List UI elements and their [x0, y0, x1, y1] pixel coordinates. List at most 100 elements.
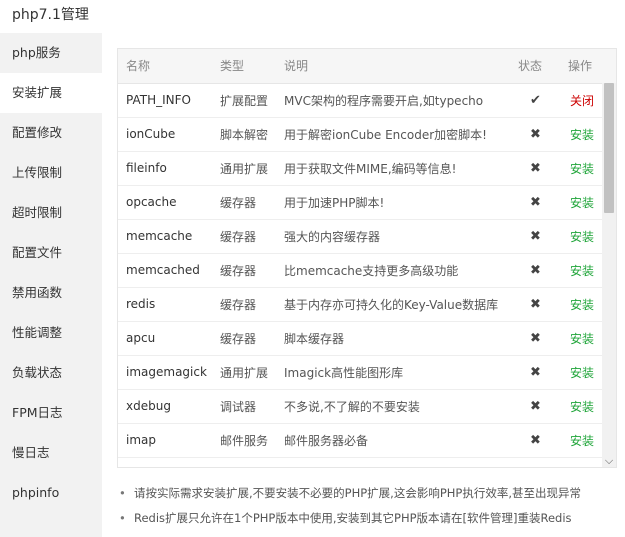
operation-cell: 安装 — [560, 219, 604, 254]
extension-description: 邮件服务器必备 — [276, 423, 510, 458]
note-item: Redis扩展只允许在1个PHP版本中使用,安装到其它PHP版本请在[软件管理]… — [117, 509, 617, 534]
extension-name: redis — [118, 287, 212, 322]
extension-description: 用于获取文件MIME,编码等信息! — [276, 151, 510, 186]
extension-name: memcache — [118, 219, 212, 254]
extension-name: imap — [118, 423, 212, 458]
extension-type: 通用扩展 — [212, 151, 276, 186]
extension-type: 调试器 — [212, 389, 276, 424]
operation-cell: 安装 — [560, 389, 604, 424]
install-button[interactable]: 安装 — [570, 434, 594, 448]
extension-type: 缓存器 — [212, 185, 276, 220]
sidebar-item[interactable]: 配置修改 — [0, 113, 102, 153]
scrollbar-corner — [602, 49, 616, 83]
extension-description: 用于解密ionCube Encoder加密脚本! — [276, 117, 510, 152]
operation-cell: 安装 — [560, 321, 604, 356]
operation-cell: 安装 — [560, 151, 604, 186]
extension-description: MVC架构的程序需要开启,如typecho — [276, 83, 510, 118]
sidebar-item[interactable]: 安装扩展 — [0, 73, 102, 113]
extension-name: imagemagick — [118, 355, 212, 390]
extension-type: 脚本解密 — [212, 117, 276, 152]
window-title: php7.1管理 — [12, 7, 89, 23]
column-header-status: 状态 — [510, 49, 560, 84]
column-header-desc: 说明 — [276, 49, 510, 84]
table-row: opcache 缓存器 用于加速PHP脚本! ✖ 安装 — [118, 185, 604, 220]
install-button[interactable]: 安装 — [570, 196, 594, 210]
sidebar-item[interactable]: 配置文件 — [0, 233, 102, 273]
note-item: 请按实际需求安装扩展,不要安装不必要的PHP扩展,这会影响PHP执行效率,甚至出… — [117, 484, 617, 509]
cross-icon: ✖ — [510, 253, 560, 288]
install-button[interactable]: 安装 — [570, 366, 594, 380]
install-button[interactable]: 安装 — [570, 400, 594, 414]
cross-icon: ✖ — [510, 117, 560, 152]
extension-description: 比memcache支持更多高级功能 — [276, 253, 510, 288]
table-row: apcu 缓存器 脚本缓存器 ✖ 安装 — [118, 321, 604, 356]
sidebar-item[interactable]: FPM日志 — [0, 393, 102, 433]
extension-name: fileinfo — [118, 151, 212, 186]
extension-description: 用于加速PHP脚本! — [276, 185, 510, 220]
sidebar-item[interactable]: php服务 — [0, 33, 102, 73]
install-button[interactable]: 安装 — [570, 332, 594, 346]
table-row: fileinfo 通用扩展 用于获取文件MIME,编码等信息! ✖ 安装 — [118, 151, 604, 186]
extension-name: ionCube — [118, 117, 212, 152]
operation-cell: 安装 — [560, 423, 604, 458]
extension-name: opcache — [118, 185, 212, 220]
extension-name: apcu — [118, 321, 212, 356]
table-row: memcache 缓存器 强大的内容缓存器 ✖ 安装 — [118, 219, 604, 254]
extension-name: xdebug — [118, 389, 212, 424]
install-button[interactable]: 安装 — [570, 230, 594, 244]
sidebar-item[interactable]: 禁用函数 — [0, 273, 102, 313]
sidebar-item[interactable]: 慢日志 — [0, 433, 102, 473]
close-button[interactable]: 关闭 — [570, 94, 594, 108]
sidebar-item[interactable]: 性能调整 — [0, 313, 102, 353]
extension-description: 基于内存亦可持久化的Key-Value数据库 — [276, 287, 510, 322]
check-icon: ✔ — [510, 83, 560, 118]
extension-type: 缓存器 — [212, 287, 276, 322]
extension-description: 强大的内容缓存器 — [276, 219, 510, 254]
install-button[interactable]: 安装 — [570, 264, 594, 278]
extension-type: 邮件服务 — [212, 423, 276, 458]
table-scrollbar[interactable]: ⌵ — [602, 83, 616, 467]
extensions-table: 名称 类型 说明 状态 操作 PATH_INFO 扩展配置 MVC架构的程序需要开启… — [118, 49, 604, 458]
chevron-down-icon[interactable]: ⌵ — [602, 453, 616, 467]
install-button[interactable]: 安装 — [570, 162, 594, 176]
extensions-panel: 名称 类型 说明 状态 操作 PATH_INFO 扩展配置 MVC架构的程序需要开启… — [117, 48, 617, 468]
cross-icon: ✖ — [510, 287, 560, 322]
install-button[interactable]: 安装 — [570, 298, 594, 312]
table-row: memcached 缓存器 比memcache支持更多高级功能 ✖ 安装 — [118, 253, 604, 288]
cross-icon: ✖ — [510, 423, 560, 458]
sidebar: php服务 安装扩展 配置修改 上传限制 超时限制 配置文件 禁用函数 性能调整 负载状态 FPM… — [0, 33, 102, 537]
cross-icon: ✖ — [510, 151, 560, 186]
extension-type: 通用扩展 — [212, 355, 276, 390]
operation-cell: 安装 — [560, 117, 604, 152]
cross-icon: ✖ — [510, 389, 560, 424]
table-row: imagemagick 通用扩展 Imagick高性能图形库 ✖ 安装 — [118, 355, 604, 390]
table-header-row: 名称 类型 说明 状态 操作 — [118, 49, 604, 84]
extension-type: 缓存器 — [212, 219, 276, 254]
sidebar-item[interactable]: 上传限制 — [0, 153, 102, 193]
extension-type: 扩展配置 — [212, 83, 276, 118]
extension-description: Imagick高性能图形库 — [276, 355, 510, 390]
extension-description: 脚本缓存器 — [276, 321, 510, 356]
column-header-op: 操作 — [560, 49, 604, 84]
cross-icon: ✖ — [510, 321, 560, 356]
operation-cell: 安装 — [560, 355, 604, 390]
table-row: PATH_INFO 扩展配置 MVC架构的程序需要开启,如typecho ✔ 关闭 — [118, 83, 604, 118]
sidebar-item[interactable]: 超时限制 — [0, 193, 102, 233]
column-header-type: 类型 — [212, 49, 276, 84]
notes-list: 请按实际需求安装扩展,不要安装不必要的PHP扩展,这会影响PHP执行效率,甚至出… — [117, 484, 617, 534]
extension-type: 缓存器 — [212, 321, 276, 356]
table-row: ionCube 脚本解密 用于解密ionCube Encoder加密脚本! ✖ 安装 — [118, 117, 604, 152]
window-titlebar: php7.1管理 — [0, 0, 625, 28]
operation-cell: 安装 — [560, 253, 604, 288]
table-row: xdebug 调试器 不多说,不了解的不要安装 ✖ 安装 — [118, 389, 604, 424]
operation-cell: 关闭 — [560, 83, 604, 118]
scrollbar-thumb[interactable] — [604, 83, 614, 213]
operation-cell: 安装 — [560, 287, 604, 322]
table-row: imap 邮件服务 邮件服务器必备 ✖ 安装 — [118, 423, 604, 458]
sidebar-item[interactable]: 负载状态 — [0, 353, 102, 393]
install-button[interactable]: 安装 — [570, 128, 594, 142]
sidebar-item[interactable]: phpinfo — [0, 473, 102, 513]
extension-type: 缓存器 — [212, 253, 276, 288]
cross-icon: ✖ — [510, 219, 560, 254]
cross-icon: ✖ — [510, 355, 560, 390]
